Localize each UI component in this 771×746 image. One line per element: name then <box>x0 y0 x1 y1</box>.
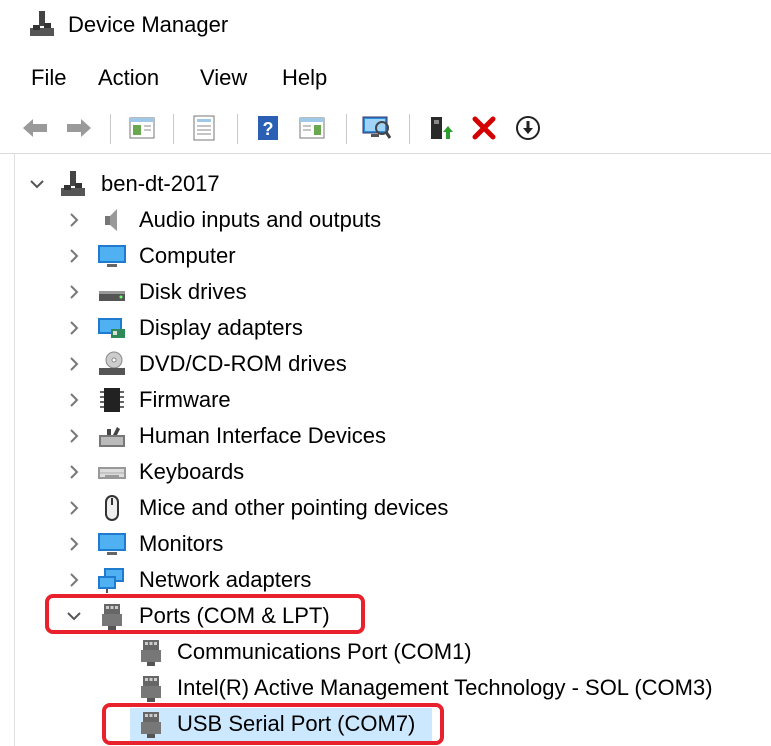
tree-item-computer[interactable]: Computer <box>0 238 771 274</box>
chevron-right-icon[interactable] <box>66 570 82 590</box>
tree-item-label: Communications Port (COM1) <box>177 639 472 664</box>
chevron-right-icon[interactable] <box>66 210 82 230</box>
chevron-right-icon[interactable] <box>66 426 82 446</box>
tree-item-label: Intel(R) Active Management Technology - … <box>177 675 713 700</box>
back-icon[interactable] <box>20 113 50 143</box>
help-icon[interactable]: ? <box>253 113 283 143</box>
tree-item-label: Audio inputs and outputs <box>139 207 382 232</box>
tree-item-label: Human Interface Devices <box>139 423 386 448</box>
scan-hardware-changes-icon[interactable] <box>362 113 392 143</box>
mouse-icon <box>105 495 119 521</box>
tree-item-mice[interactable]: Mice and other pointing devices <box>0 490 771 526</box>
tree-item-label: DVD/CD-ROM drives <box>139 351 347 376</box>
chevron-right-icon[interactable] <box>66 318 82 338</box>
action-pane-icon[interactable] <box>297 113 327 143</box>
monitor-icon <box>98 533 126 555</box>
chevron-right-icon[interactable] <box>66 462 82 482</box>
tree-item-hid[interactable]: Human Interface Devices <box>0 418 771 454</box>
tree-item-disk-drives[interactable]: Disk drives <box>0 274 771 310</box>
chevron-right-icon[interactable] <box>66 282 82 302</box>
chevron-right-icon[interactable] <box>66 246 82 266</box>
tree-item-label: Disk drives <box>139 279 247 304</box>
hid-icon <box>99 427 125 447</box>
tree-item-com3[interactable]: Intel(R) Active Management Technology - … <box>0 670 771 706</box>
tree-item-label: Display adapters <box>139 315 303 340</box>
menu-bar: File Action View Help <box>0 60 771 96</box>
menu-view[interactable]: View <box>200 65 247 91</box>
speaker-icon <box>105 209 117 231</box>
tree-root-label: ben-dt-2017 <box>101 171 220 196</box>
annotation-box-usb-serial <box>102 703 444 745</box>
device-manager-icon <box>30 11 54 36</box>
tree-item-label: Computer <box>139 243 236 268</box>
port-connector-icon <box>141 676 161 702</box>
show-hide-console-tree-icon[interactable] <box>127 113 157 143</box>
tree-item-network-adapters[interactable]: Network adapters <box>0 562 771 598</box>
disk-drive-icon <box>99 291 125 301</box>
tree-item-firmware[interactable]: Firmware <box>0 382 771 418</box>
tree-root[interactable]: ben-dt-2017 <box>0 166 771 202</box>
monitor-icon <box>98 245 126 267</box>
computer-root-icon <box>61 171 85 196</box>
annotation-box-ports <box>45 594 365 634</box>
chevron-right-icon[interactable] <box>66 390 82 410</box>
chevron-right-icon[interactable] <box>66 534 82 554</box>
toolbar: ? <box>0 105 771 151</box>
chevron-right-icon[interactable] <box>66 354 82 374</box>
tree-item-label: Keyboards <box>139 459 245 484</box>
menu-action[interactable]: Action <box>98 65 159 91</box>
firmware-chip-icon <box>100 388 124 412</box>
tree-item-label: Firmware <box>139 387 231 412</box>
tree-item-display-adapters[interactable]: Display adapters <box>0 310 771 346</box>
chevron-right-icon[interactable] <box>66 498 82 518</box>
dvd-drive-icon <box>99 351 125 375</box>
forward-icon[interactable] <box>64 113 94 143</box>
chevron-down-icon[interactable] <box>29 174 45 194</box>
svg-text:?: ? <box>263 119 274 139</box>
menu-help[interactable]: Help <box>282 65 327 91</box>
title-bar: Device Manager <box>0 0 771 55</box>
uninstall-icon[interactable] <box>469 113 499 143</box>
tree-item-audio[interactable]: Audio inputs and outputs <box>0 202 771 238</box>
tree-item-label: Mice and other pointing devices <box>139 495 449 520</box>
tree-item-com1[interactable]: Communications Port (COM1) <box>0 634 771 670</box>
toolbar-divider <box>0 153 771 154</box>
properties-icon[interactable] <box>189 113 219 143</box>
tree-item-label: Network adapters <box>139 567 312 592</box>
port-connector-icon <box>141 640 161 666</box>
disable-device-icon[interactable] <box>513 113 543 143</box>
tree-item-monitors[interactable]: Monitors <box>0 526 771 562</box>
tree-item-keyboards[interactable]: Keyboards <box>0 454 771 490</box>
tree-item-label: Monitors <box>139 531 224 556</box>
tree-item-dvd-cdrom[interactable]: DVD/CD-ROM drives <box>0 346 771 382</box>
window-title: Device Manager <box>68 12 229 37</box>
update-driver-icon[interactable] <box>425 113 455 143</box>
network-adapter-icon <box>98 568 124 593</box>
display-adapter-icon <box>98 318 125 338</box>
menu-file[interactable]: File <box>31 65 66 91</box>
keyboard-icon <box>98 467 126 479</box>
